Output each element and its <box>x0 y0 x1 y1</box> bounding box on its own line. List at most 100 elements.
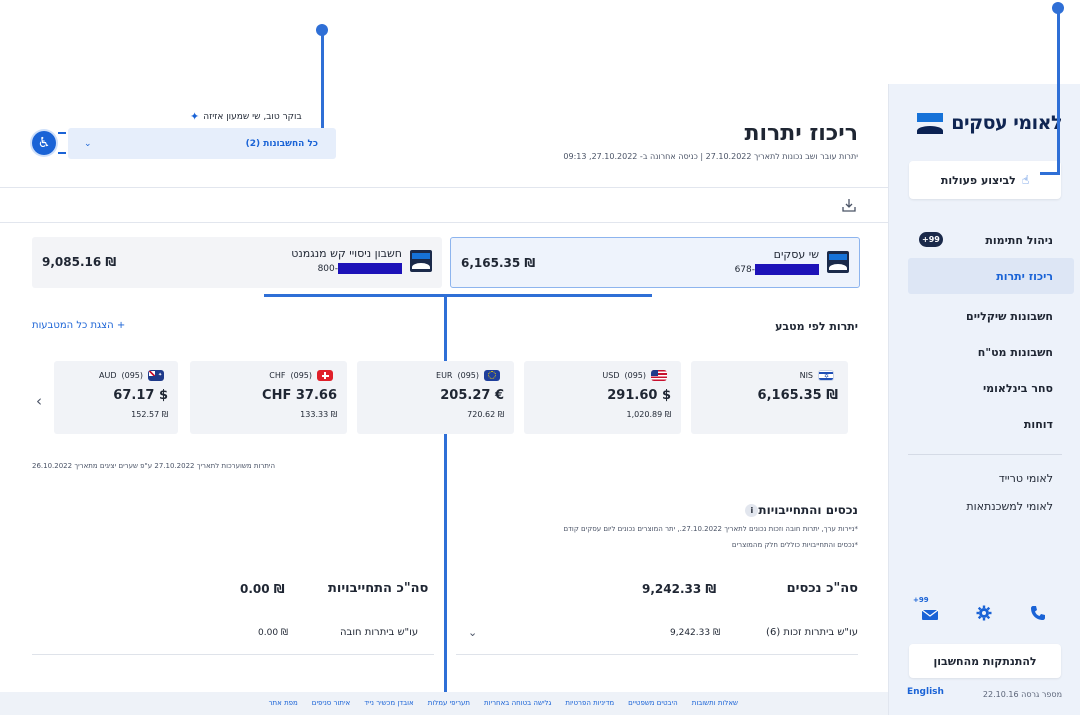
account-name: שי עסקים <box>773 248 819 261</box>
phone-icon[interactable] <box>1027 602 1049 624</box>
logout-button[interactable]: להתנתקות מהחשבון <box>909 644 1061 678</box>
account-select[interactable]: ⌄ כל החשבונות (2) <box>68 128 336 159</box>
sparkle-icon: ✦ <box>190 110 200 123</box>
currency-card[interactable]: AUD (095) ✦ $ 67.17 ₪ 152.57 <box>54 361 178 434</box>
account-card[interactable]: חשבון ניסויי קש מנגמנט 800- ₪ 9,085.16 <box>32 237 442 288</box>
version-text: מספר גרסה 22.10.16 <box>982 690 1062 699</box>
account-name: חשבון ניסויי קש מנגמנט <box>291 247 402 260</box>
show-all-currencies-link[interactable]: + הצגת כל המטבעות <box>32 320 125 331</box>
sidebar-item-trade[interactable]: לאומי טרייד <box>889 464 1080 492</box>
divider <box>0 222 888 223</box>
mail-badge: +99 <box>913 596 929 604</box>
total-liabilities-value: ₪ 0.00 <box>240 582 285 596</box>
flag-australia-icon: ✦ <box>148 370 164 381</box>
footer-link[interactable]: שאלות ותשובות <box>692 699 738 707</box>
account-select-value: כל החשבונות (2) <box>245 138 318 149</box>
credit-balance-label: עו"ש ביתרות זכות (6) <box>766 627 858 638</box>
sidebar-item-label: חשבונות שיקליים <box>966 309 1053 323</box>
footer-link[interactable]: גלישה בטוחה באחריות <box>484 699 551 707</box>
greeting: בוקר טוב, שי שמעון אזיזה ✦ <box>190 110 302 123</box>
gear-icon[interactable] <box>973 602 995 624</box>
total-liabilities-label: סה"כ התחייבויות <box>328 581 429 596</box>
sidebar-divider <box>908 454 1062 455</box>
currency-card[interactable]: NIS ✡ ₪ 6,165.35 <box>691 361 848 434</box>
footer-link[interactable]: מדיניות הפרטיות <box>565 699 614 707</box>
logo-mark-icon <box>917 112 944 134</box>
language-link[interactable]: English <box>907 687 944 697</box>
flag-usa-icon <box>651 370 667 381</box>
footer-links: שאלות ותשובות היבטים משפטיים מדיניות הפר… <box>269 699 738 707</box>
currency-header: NIS ✡ <box>800 370 834 381</box>
sidebar-item-label: ריכוז יתרות <box>996 269 1053 283</box>
chevron-down-icon: ⌄ <box>84 138 92 149</box>
logo[interactable]: לאומי עסקים <box>917 112 1062 134</box>
currency-code: NIS <box>799 371 813 380</box>
footer-link[interactable]: מפת אתר <box>269 699 298 707</box>
redaction-mask <box>755 264 819 275</box>
footer-link[interactable]: אובדן מכשיר נייד <box>364 699 414 707</box>
currency-branch: (095) <box>121 371 143 380</box>
currency-amount: $ 291.60 <box>607 388 671 403</box>
annotation-line <box>264 294 652 297</box>
sidebar-item-fx-accounts[interactable]: חשבונות מט"ח <box>889 334 1080 370</box>
debit-balance-value: ₪ 0.00 <box>258 628 288 638</box>
currency-amount: CHF 37.66 <box>262 388 337 403</box>
account-card[interactable]: שי עסקים 678- ₪ 6,165.35 <box>450 237 860 288</box>
page-title: ריכוז יתרות <box>744 121 858 146</box>
footer-link[interactable]: איתור סניפים <box>312 699 350 707</box>
info-icon[interactable]: i <box>745 503 759 517</box>
annotation-line <box>1040 172 1060 175</box>
footer-link[interactable]: תעריפי עמלות <box>428 699 470 707</box>
total-assets-value: ₪ 9,242.33 <box>642 582 717 596</box>
mail-icon[interactable]: +99 <box>913 596 941 624</box>
currency-amount: $ 67.17 <box>113 388 168 403</box>
currency-card[interactable]: EUR (095) € 205.27 ₪ 720.62 <box>357 361 514 434</box>
currency-code: USD <box>602 371 620 380</box>
currency-branch: (095) <box>624 371 646 380</box>
sidebar-item-balances[interactable]: ריכוז יתרות <box>908 258 1074 294</box>
account-number-suffix: 678- <box>734 264 755 275</box>
bank-logo-icon <box>827 251 849 273</box>
currency-header: AUD (095) ✦ <box>99 370 164 381</box>
currency-amount: € 205.27 <box>440 388 504 403</box>
account-number-suffix: 800- <box>317 263 338 274</box>
footer-link[interactable]: היבטים משפטיים <box>628 699 678 707</box>
rate-note: היתרות משוערכות לתאריך 27.10.2022 ע"פ שע… <box>32 462 276 470</box>
download-icon[interactable] <box>842 198 856 216</box>
sidebar-bottom-icons: +99 <box>913 596 1049 624</box>
signatures-badge: +99 <box>919 232 943 247</box>
currency-card[interactable]: CHF (095) CHF 37.66 ₪ 133.33 <box>190 361 347 434</box>
accessibility-icon[interactable]: ♿ <box>32 131 56 155</box>
assets-title-text: נכסים והתחייבויות <box>758 503 858 517</box>
total-assets-label: סה"כ נכסים <box>786 581 858 596</box>
sidebar-item-shekel-accounts[interactable]: חשבונות שיקליים <box>889 298 1080 334</box>
touch-icon: ☝ <box>1021 173 1030 187</box>
assets-note-1: *ניירות ערך, יתרות חובה וזכות נכונים לתא… <box>563 525 858 533</box>
currency-card[interactable]: USD (095) $ 291.60 ₪ 1,020.89 <box>524 361 681 434</box>
sidebar: לאומי עסקים ☝ לביצוע פעולות +99 ניהול חת… <box>888 84 1080 715</box>
sidebar-item-label: ניהול חתימות <box>985 233 1053 247</box>
bank-logo-icon <box>410 250 432 272</box>
currency-nis-equivalent: ₪ 133.33 <box>300 410 337 419</box>
currency-code: AUD <box>98 371 117 380</box>
greeting-text: בוקר טוב, שי שמעון אזיזה <box>203 111 302 122</box>
annotation-line <box>444 294 447 715</box>
sidebar-item-intl-trade[interactable]: סחר בינלאומי <box>889 370 1080 406</box>
sidebar-item-mortgage[interactable]: לאומי למשכנתאות <box>889 492 1080 520</box>
sidebar-item-label: לאומי למשכנתאות <box>966 499 1053 513</box>
sidebar-item-label: דוחות <box>1023 417 1053 431</box>
sidebar-item-reports[interactable]: דוחות <box>889 406 1080 442</box>
actions-button[interactable]: ☝ לביצוע פעולות <box>909 161 1061 199</box>
credit-balance-value: ₪ 9,242.33 <box>670 628 720 638</box>
sidebar-item-label: חשבונות מט"ח <box>977 345 1053 359</box>
chevron-down-icon[interactable]: ⌄ <box>468 626 477 639</box>
currencies-title: יתרות לפי מטבע <box>775 320 858 333</box>
sidebar-item-label: לאומי טרייד <box>998 471 1053 485</box>
divider <box>456 654 858 655</box>
divider <box>32 654 434 655</box>
currency-header: EUR (095) <box>436 370 500 381</box>
flag-israel-icon: ✡ <box>818 370 834 381</box>
redaction-mask <box>338 263 402 274</box>
chevron-left-icon[interactable]: ‹ <box>36 392 42 410</box>
sidebar-item-signatures[interactable]: +99 ניהול חתימות <box>889 222 1080 258</box>
